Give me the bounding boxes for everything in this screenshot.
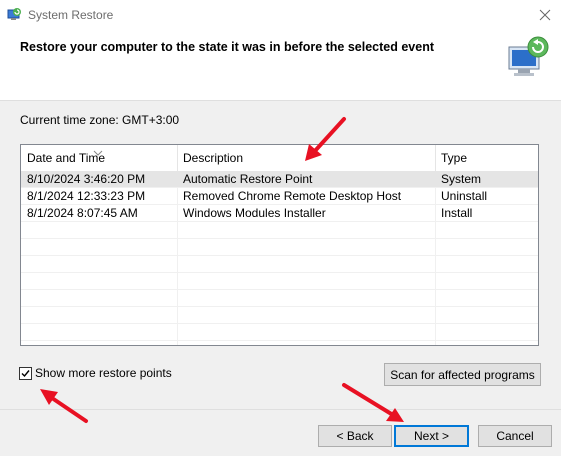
column-header-description[interactable]: Description bbox=[177, 145, 435, 171]
page-title: Restore your computer to the state it wa… bbox=[20, 40, 434, 54]
cell-type: Uninstall bbox=[441, 189, 488, 203]
table-row[interactable]: 8/1/2024 8:07:45 AM Windows Modules Insta… bbox=[21, 205, 538, 222]
restore-points-list[interactable]: Date and Time Description Type 8/10/2024… bbox=[20, 144, 539, 346]
scan-affected-programs-button[interactable]: Scan for affected programs bbox=[384, 363, 541, 386]
cell-type: Install bbox=[441, 206, 473, 220]
show-more-checkbox[interactable] bbox=[19, 366, 32, 380]
annotation-arrow-checkbox bbox=[40, 389, 88, 423]
restore-computer-graphic bbox=[505, 33, 553, 81]
row-gridline bbox=[21, 340, 538, 341]
cell-type: System bbox=[441, 172, 482, 186]
table-row[interactable]: 8/10/2024 3:46:20 PM Automatic Restore Po… bbox=[21, 171, 538, 188]
cell-date: 8/10/2024 3:46:20 PM bbox=[27, 172, 146, 186]
column-header-type[interactable]: Type bbox=[435, 145, 538, 171]
list-rows: 8/10/2024 3:46:20 PM Automatic Restore Po… bbox=[21, 171, 538, 341]
checkmark-icon bbox=[21, 369, 30, 377]
empty-row bbox=[21, 307, 538, 324]
next-button[interactable]: Next > bbox=[394, 425, 469, 447]
empty-row bbox=[21, 239, 538, 256]
list-header: Date and Time Description Type bbox=[21, 145, 538, 171]
table-row[interactable]: 8/1/2024 12:33:23 PM Removed Chrome Remot… bbox=[21, 188, 538, 205]
close-icon[interactable] bbox=[534, 4, 556, 26]
cell-date: 8/1/2024 12:33:23 PM bbox=[27, 189, 146, 203]
cell-description: Automatic Restore Point bbox=[183, 172, 313, 186]
empty-row bbox=[21, 222, 538, 239]
empty-row bbox=[21, 324, 538, 341]
empty-row bbox=[21, 273, 538, 290]
empty-row bbox=[21, 290, 538, 307]
timezone-label: Current time zone: GMT+3:00 bbox=[20, 113, 180, 127]
cell-description: Removed Chrome Remote Desktop Host bbox=[183, 189, 402, 203]
empty-row bbox=[21, 256, 538, 273]
cell-description: Windows Modules Installer bbox=[183, 206, 326, 220]
show-more-restore-points[interactable]: Show more restore points bbox=[19, 366, 172, 380]
system-restore-icon bbox=[6, 7, 22, 23]
cell-date: 8/1/2024 8:07:45 AM bbox=[27, 206, 138, 220]
footer-divider bbox=[0, 409, 561, 410]
cancel-button[interactable]: Cancel bbox=[478, 425, 552, 447]
header-divider bbox=[0, 100, 561, 101]
sort-chevron-icon bbox=[93, 145, 103, 156]
title-bar: System Restore bbox=[0, 0, 561, 30]
window-title: System Restore bbox=[28, 8, 114, 22]
show-more-label: Show more restore points bbox=[35, 366, 172, 380]
back-button[interactable]: < Back bbox=[318, 425, 392, 447]
annotation-arrow-next bbox=[342, 383, 404, 422]
wizard-header: Restore your computer to the state it wa… bbox=[0, 30, 561, 100]
